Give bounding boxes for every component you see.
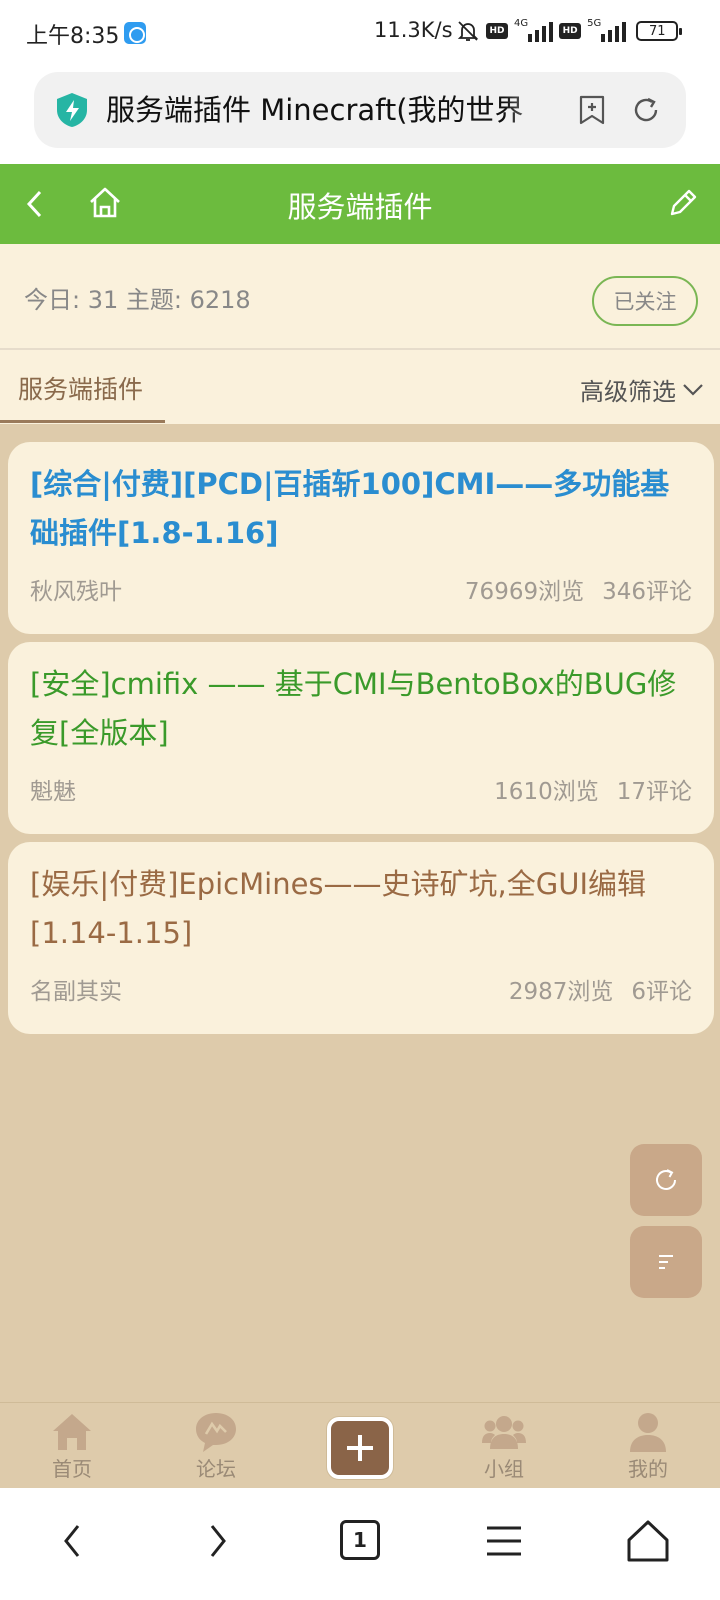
profile-icon: [630, 1413, 666, 1452]
browser-forward-icon[interactable]: [192, 1516, 242, 1566]
post-title[interactable]: [综合|付费][PCD|百插斩100]CMI——多功能基础插件[1.8-1.16…: [30, 460, 690, 558]
add-post-button[interactable]: [327, 1417, 393, 1479]
post-views: 1610浏览: [494, 779, 599, 805]
nav-label: 论坛: [196, 1457, 236, 1481]
hd-badge: HD: [486, 23, 508, 39]
sort-button[interactable]: [630, 1226, 702, 1298]
menu-icon[interactable]: [479, 1516, 529, 1566]
chevron-down-icon: [683, 383, 703, 396]
post-author[interactable]: 名副其实: [30, 972, 122, 1006]
page-title: 服务端插件: [287, 190, 433, 224]
bookmark-add-icon[interactable]: [576, 94, 608, 126]
forum-stats-bar: 今日: 31 主题: 6218 已关注: [0, 244, 720, 350]
status-icons: HD 4G HD 5G 71: [456, 18, 683, 44]
network-speed: 11.3K/s: [374, 18, 453, 42]
nav-item-profile[interactable]: 我的: [603, 1409, 693, 1482]
advanced-filter-button[interactable]: 高级筛选: [580, 372, 706, 407]
nav-item-forum[interactable]: 论坛: [171, 1409, 261, 1482]
edit-icon[interactable]: [666, 186, 700, 220]
signal-4g-icon: [528, 20, 554, 42]
status-time: 上午8:35: [26, 24, 120, 49]
post-views: 2987浏览: [508, 979, 614, 1005]
bottom-nav: 首页 论坛 小组 我的: [0, 1402, 720, 1488]
post-card[interactable]: [综合|付费][PCD|百插斩100]CMI——多功能基础插件[1.8-1.16…: [8, 442, 714, 634]
system-nav-bar: 1: [0, 1488, 720, 1600]
address-fade: [504, 86, 564, 134]
advanced-filter-label: 高级筛选: [580, 378, 676, 406]
nav-label: 首页: [52, 1457, 92, 1481]
plus-icon: [347, 1435, 373, 1461]
post-stats: 76969浏览 346评论: [465, 572, 692, 606]
tab-server-plugins[interactable]: 服务端插件: [18, 370, 143, 406]
signal-5g-icon: [601, 20, 627, 42]
post-title[interactable]: [安全]cmifix —— 基于CMI与BentoBox的BUG修复[全版本]: [30, 660, 690, 758]
network-4g-label: 4G: [514, 18, 529, 29]
status-bar: 上午8:35 11.3K/s HD 4G HD 5G 71: [0, 0, 720, 62]
nav-item-group[interactable]: 小组: [459, 1409, 549, 1482]
nav-label: 小组: [484, 1457, 524, 1481]
address-bar[interactable]: 服务端插件 Minecraft(我的世界: [34, 72, 686, 148]
tab-row: 服务端插件 高级筛选: [0, 350, 720, 424]
forum-stats: 今日: 31 主题: 6218: [24, 286, 251, 314]
post-card[interactable]: [安全]cmifix —— 基于CMI与BentoBox的BUG修复[全版本] …: [8, 642, 714, 834]
post-stats: 2987浏览 6评论: [509, 972, 692, 1006]
post-stats: 1610浏览 17评论: [494, 772, 692, 806]
post-views: 76969浏览: [464, 579, 585, 605]
post-comments: 346评论: [602, 579, 692, 605]
follow-button[interactable]: 已关注: [592, 276, 698, 326]
network-5g-label: 5G: [587, 18, 602, 29]
nav-label: 我的: [628, 1457, 668, 1481]
group-icon: [482, 1416, 526, 1449]
browser-toolbar: 服务端插件 Minecraft(我的世界: [0, 62, 720, 164]
post-card[interactable]: [娱乐|付费]EpicMines——史诗矿坑,全GUI编辑[1.14-1.15]…: [8, 842, 714, 1034]
browser-home-icon[interactable]: [623, 1516, 673, 1566]
reload-icon[interactable]: [630, 94, 662, 126]
post-author[interactable]: 秋风残叶: [30, 572, 122, 606]
post-title[interactable]: [娱乐|付费]EpicMines——史诗矿坑,全GUI编辑[1.14-1.15]: [30, 860, 690, 958]
battery-icon: 71: [636, 21, 683, 41]
battery-level: 71: [648, 23, 666, 39]
app-header: 服务端插件: [0, 164, 720, 244]
refresh-icon: [656, 1169, 676, 1190]
address-text[interactable]: 服务端插件 Minecraft(我的世界: [106, 92, 562, 128]
post-comments: 6评论: [631, 979, 692, 1005]
sort-lines-icon: [659, 1255, 673, 1269]
mute-bell-icon: [457, 21, 479, 41]
notification-app-icon: [124, 22, 146, 44]
post-author[interactable]: 魁魅: [30, 772, 76, 806]
shield-icon: [57, 93, 87, 127]
hd-badge-2: HD: [559, 23, 582, 39]
tab-switcher-button[interactable]: 1: [340, 1520, 380, 1560]
tab-indicator: [0, 420, 165, 423]
refresh-button[interactable]: [630, 1144, 702, 1216]
post-comments: 17评论: [616, 779, 692, 805]
nav-item-home[interactable]: 首页: [27, 1409, 117, 1482]
forum-icon: [196, 1413, 236, 1452]
home-icon: [53, 1414, 91, 1450]
browser-back-icon[interactable]: [48, 1516, 98, 1566]
